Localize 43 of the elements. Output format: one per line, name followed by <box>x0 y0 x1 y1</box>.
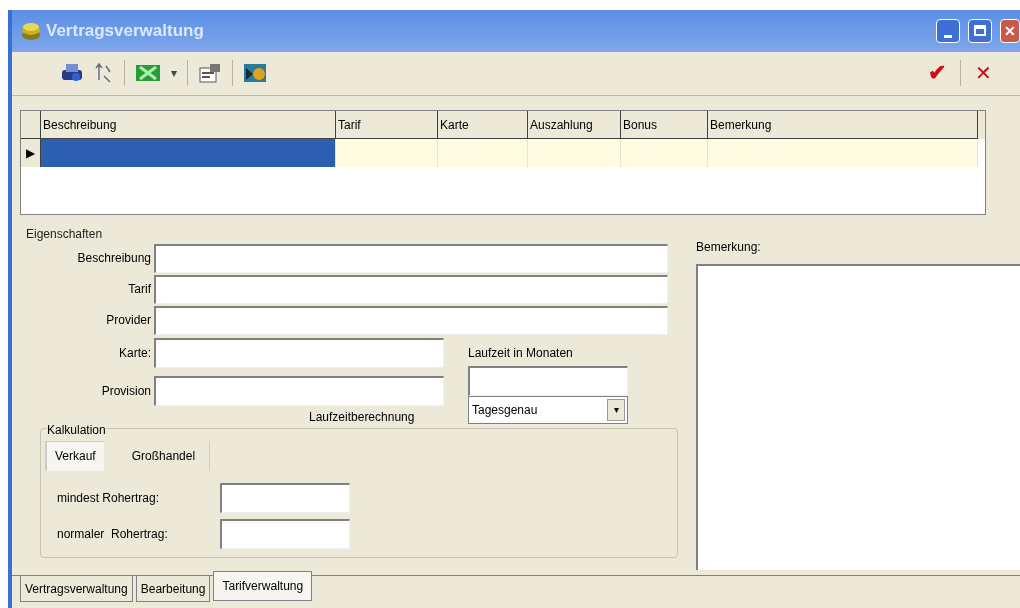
window-title: Vertragsverwaltung <box>46 20 204 43</box>
column-header[interactable]: Bonus <box>621 110 708 139</box>
input-field[interactable] <box>154 305 668 335</box>
column-header[interactable]: Tarif <box>336 110 438 139</box>
field-label: Bemerkung: <box>696 238 762 256</box>
dropdown-arrow[interactable]: ▾ <box>171 64 177 83</box>
tab[interactable]: Verkauf <box>45 440 104 471</box>
group-title: Eigenschaften <box>26 225 104 243</box>
field-label: mindest Rohertrag: <box>56 489 161 507</box>
input-field[interactable] <box>154 274 668 304</box>
properties-icon[interactable] <box>198 62 222 85</box>
sort-icon[interactable] <box>94 62 114 85</box>
field-label: Provision <box>100 382 152 400</box>
field-label: Laufzeitberechnung <box>309 408 416 426</box>
input-field[interactable] <box>468 365 628 396</box>
input-field[interactable] <box>154 337 444 368</box>
minimize-button[interactable] <box>936 18 960 43</box>
tab[interactable]: Großhandel <box>117 440 211 471</box>
tab[interactable]: Tarifverwaltung <box>213 571 313 602</box>
maximize-button[interactable] <box>968 18 992 43</box>
field-label: Laufzeit in Monaten <box>468 344 574 362</box>
close-button[interactable]: ✕ <box>1000 18 1020 43</box>
dropdown-field[interactable]: Tagesgenau ▾ <box>468 395 628 424</box>
input-field[interactable] <box>220 518 350 549</box>
tab[interactable]: Vertragsverwaltung <box>20 576 133 603</box>
column-header[interactable]: Beschreibung <box>41 110 336 139</box>
field-label: Provider <box>105 312 152 330</box>
input-field[interactable] <box>154 243 668 273</box>
column-header[interactable]: Karte <box>438 110 528 139</box>
field-label: Beschreibung <box>76 250 152 268</box>
column-header[interactable]: Auszahlung <box>528 110 621 139</box>
field-label: normaler Rohertrag: <box>56 525 169 543</box>
field-label: Tarif <box>127 281 152 299</box>
corner-header <box>21 110 41 139</box>
remark-field[interactable] <box>696 263 1020 570</box>
field-label: Karte: <box>118 344 152 362</box>
cancel-button[interactable]: ✕ <box>971 63 996 84</box>
row-indicator: ▶ <box>21 138 41 167</box>
column-header[interactable]: Bemerkung <box>708 110 978 139</box>
confirm-button[interactable]: ✔ <box>924 62 950 85</box>
input-field[interactable] <box>220 482 350 513</box>
input-field[interactable] <box>154 375 444 406</box>
tab[interactable]: Bearbeitung <box>135 576 211 603</box>
